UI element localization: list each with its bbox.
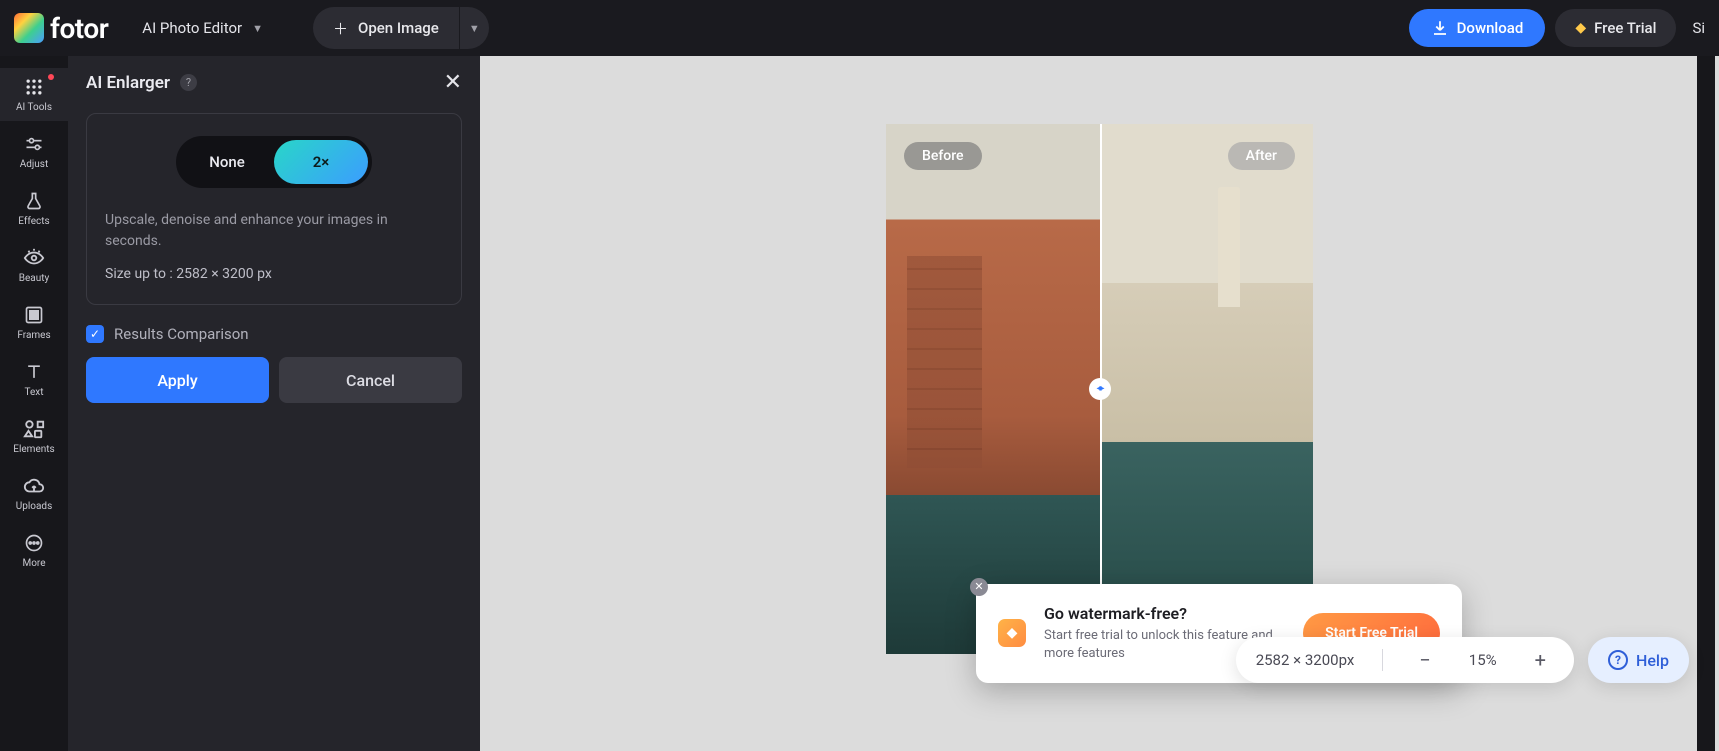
after-image (1100, 124, 1314, 654)
promo-title: Go watermark-free? (1044, 604, 1285, 623)
cancel-button[interactable]: Cancel (279, 357, 462, 403)
apply-button[interactable]: Apply (86, 357, 269, 403)
before-label: Before (904, 142, 982, 170)
logo-text: fotor (50, 12, 108, 45)
nav-label: Effects (18, 216, 49, 227)
nav-beauty[interactable]: Beauty (0, 239, 68, 292)
help-button[interactable]: ? Help (1588, 637, 1689, 683)
notification-dot-icon (48, 74, 54, 80)
divider (1382, 649, 1383, 671)
size-zoom-pill: 2582 × 3200px − 15% + (1236, 637, 1574, 683)
free-trial-label: Free Trial (1594, 19, 1656, 37)
panel-description: Upscale, denoise and enhance your images… (105, 210, 443, 252)
nav-label: More (22, 558, 45, 569)
panel-buttons: Apply Cancel (86, 357, 462, 403)
text-icon (23, 361, 45, 383)
mode-selector[interactable]: AI Photo Editor ▼ (142, 19, 263, 37)
results-comparison-row: ✓ Results Comparison (86, 325, 462, 343)
logo[interactable]: fotor (14, 12, 108, 45)
flask-icon (23, 190, 45, 212)
free-trial-button[interactable]: ◆ Free Trial (1555, 9, 1676, 47)
diamond-icon: ◆ (1575, 20, 1586, 36)
results-comparison-checkbox[interactable]: ✓ (86, 325, 104, 343)
chevron-down-icon: ▼ (469, 22, 480, 35)
bottom-bar: 2582 × 3200px − 15% + ? Help (1236, 637, 1689, 683)
sliders-icon (23, 133, 45, 155)
zoom-percent: 15% (1461, 651, 1505, 669)
more-icon (23, 532, 45, 554)
results-comparison-label: Results Comparison (114, 325, 249, 343)
nav-elements[interactable]: Elements (0, 410, 68, 463)
image-detail (1218, 187, 1240, 307)
chevron-down-icon: ▼ (252, 22, 263, 35)
toggle-option-none[interactable]: None (180, 153, 274, 171)
open-image-dropdown[interactable]: ▼ (459, 7, 489, 49)
promo-close-icon[interactable]: ✕ (970, 578, 988, 596)
signin-partial[interactable]: Si (1692, 19, 1705, 37)
shapes-icon (23, 418, 45, 440)
frame-icon (23, 304, 45, 326)
open-image-label: Open Image (358, 19, 439, 37)
nav-label: Elements (13, 444, 54, 455)
after-label: After (1228, 142, 1295, 170)
help-icon[interactable]: ? (180, 74, 197, 91)
panel-header: AI Enlarger ? ✕ (86, 70, 462, 95)
zoom-in-button[interactable]: + (1527, 648, 1554, 672)
nav-adjust[interactable]: Adjust (0, 125, 68, 178)
header-right: Download ◆ Free Trial Si (1409, 9, 1705, 47)
download-button[interactable]: Download (1409, 9, 1546, 47)
eye-icon (23, 247, 45, 269)
nav-label: Beauty (19, 273, 50, 284)
help-label: Help (1636, 651, 1669, 670)
download-icon (1431, 19, 1449, 37)
left-nav: AI Tools Adjust Effects Beauty Frames Te… (0, 56, 68, 751)
nav-ai-tools[interactable]: AI Tools (0, 68, 68, 121)
ai-enlarger-panel: AI Enlarger ? ✕ None 2× Upscale, denoise… (68, 56, 480, 751)
nav-text[interactable]: Text (0, 353, 68, 406)
nav-label: Text (24, 387, 43, 398)
canvas-size-text: 2582 × 3200px (1256, 651, 1355, 669)
nav-label: Adjust (20, 159, 49, 170)
download-label: Download (1457, 19, 1524, 37)
image-detail (907, 256, 982, 468)
before-image (886, 124, 1100, 654)
toggle-option-2x[interactable]: 2× (274, 153, 368, 171)
help-circle-icon: ? (1608, 650, 1628, 670)
canvas-area: Before After ◂▸ ✕ ◆ Go watermark-free? S… (480, 56, 1719, 751)
nav-more[interactable]: More (0, 524, 68, 577)
plus-icon: ＋ (333, 18, 348, 39)
logo-mark-icon (14, 13, 44, 43)
panel-title: AI Enlarger (86, 73, 170, 93)
nav-label: Uploads (16, 501, 52, 512)
open-image-group: ＋ Open Image ▼ (313, 7, 489, 49)
enlarger-card: None 2× Upscale, denoise and enhance you… (86, 113, 462, 305)
app-header: fotor AI Photo Editor ▼ ＋ Open Image ▼ D… (0, 0, 1719, 56)
open-image-button[interactable]: ＋ Open Image (313, 18, 459, 39)
diamond-badge-icon: ◆ (998, 619, 1026, 647)
close-icon[interactable]: ✕ (444, 70, 462, 95)
nav-frames[interactable]: Frames (0, 296, 68, 349)
size-info: Size up to : 2582 × 3200 px (105, 266, 443, 282)
mode-label: AI Photo Editor (142, 19, 242, 37)
image-frame: Before After ◂▸ (886, 124, 1313, 654)
scale-toggle: None 2× (176, 136, 372, 188)
nav-uploads[interactable]: Uploads (0, 467, 68, 520)
cloud-upload-icon (23, 475, 45, 497)
zoom-out-button[interactable]: − (1411, 648, 1438, 672)
nav-label: Frames (17, 330, 50, 341)
comparison-slider-handle[interactable]: ◂▸ (1089, 378, 1111, 400)
nav-label: AI Tools (16, 102, 52, 113)
nav-effects[interactable]: Effects (0, 182, 68, 235)
grid-icon (23, 76, 45, 98)
scale-toggle-wrap: None 2× (105, 136, 443, 188)
